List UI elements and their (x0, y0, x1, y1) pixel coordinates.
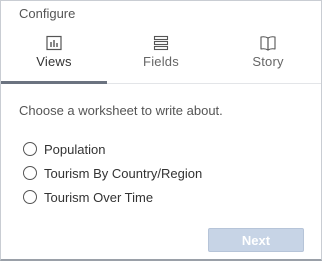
tab-story[interactable]: Story (215, 29, 321, 83)
worksheet-option-label: Population (44, 141, 106, 157)
radio-button[interactable] (23, 190, 37, 204)
configure-panel: Configure Views Fields Story Choose a wo… (0, 0, 322, 261)
book-icon (259, 35, 277, 51)
worksheet-option-tourism-by-country[interactable]: Tourism By Country/Region (23, 161, 202, 185)
panel-title: Configure (19, 6, 76, 21)
tab-bar: Views Fields Story (1, 29, 321, 84)
tab-story-label: Story (252, 54, 284, 69)
worksheet-prompt: Choose a worksheet to write about. (19, 103, 223, 118)
radio-button[interactable] (23, 142, 37, 156)
tab-fields[interactable]: Fields (108, 29, 214, 83)
worksheet-option-population[interactable]: Population (23, 137, 202, 161)
tab-views-label: Views (36, 54, 72, 69)
list-icon (152, 35, 170, 51)
worksheet-option-label: Tourism Over Time (44, 189, 154, 205)
tab-fields-label: Fields (143, 54, 179, 69)
bar-chart-icon (45, 35, 63, 51)
worksheet-option-tourism-over-time[interactable]: Tourism Over Time (23, 185, 202, 209)
radio-button[interactable] (23, 166, 37, 180)
worksheet-options: Population Tourism By Country/Region Tou… (23, 137, 202, 209)
tab-views[interactable]: Views (1, 29, 107, 84)
next-button[interactable]: Next (208, 228, 304, 252)
worksheet-option-label: Tourism By Country/Region (44, 165, 203, 181)
